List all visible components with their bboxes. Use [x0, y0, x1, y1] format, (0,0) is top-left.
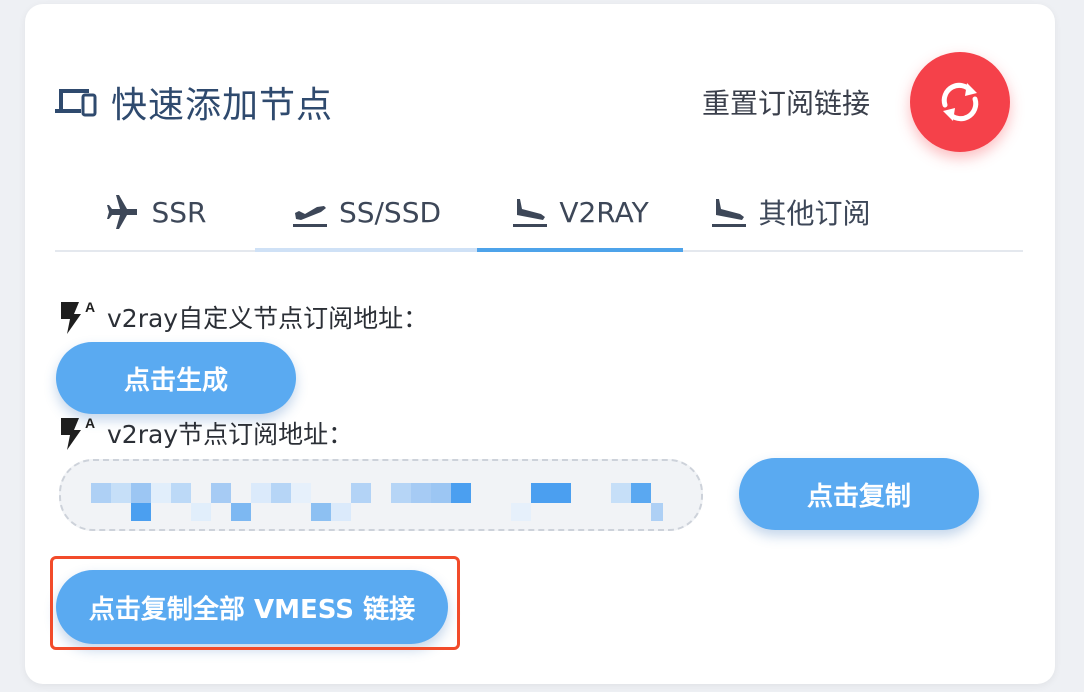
subscription-url-field[interactable] — [59, 459, 703, 531]
tab-ssr[interactable]: SSR — [55, 174, 255, 250]
custom-subscription-label-row: A v2ray自定义节点订阅地址： — [59, 298, 428, 336]
custom-subscription-label: v2ray自定义节点订阅地址： — [107, 304, 429, 333]
generate-button[interactable]: 点击生成 — [56, 342, 296, 414]
flight-takeoff-icon — [292, 206, 327, 227]
copy-button[interactable]: 点击复制 — [739, 458, 979, 530]
tab-ss-ssd[interactable]: SS/SSD — [255, 174, 477, 252]
refresh-icon — [941, 82, 979, 122]
tab-label: SS/SSD — [338, 195, 442, 229]
card-title: 快速添加节点 — [111, 85, 334, 126]
airplane-icon — [107, 195, 138, 229]
protocol-tabs: SSR SS/SSD V2RAY 其他订阅 — [55, 174, 1023, 252]
flash-auto-icon: A — [61, 415, 95, 450]
tab-label: SSR — [151, 195, 207, 229]
svg-text:A: A — [85, 415, 95, 431]
tab-other-subscriptions[interactable]: 其他订阅 — [683, 174, 898, 250]
redacted-url-mosaic — [91, 483, 663, 521]
flash-auto-icon: A — [61, 299, 95, 334]
tab-label: V2RAY — [559, 195, 649, 229]
quick-add-card: 快速添加节点 重置订阅链接 SSR SS/SSD V2RAY 其他订阅 A v2… — [25, 4, 1055, 684]
svg-text:A: A — [85, 299, 95, 315]
highlight-box — [50, 556, 460, 650]
subscription-label: v2ray节点订阅地址： — [107, 420, 354, 449]
refresh-button[interactable] — [910, 52, 1010, 152]
tab-v2ray[interactable]: V2RAY — [477, 174, 683, 252]
tab-label: 其他订阅 — [758, 197, 871, 230]
flight-landing-icon — [513, 199, 548, 227]
subscription-label-row: A v2ray节点订阅地址： — [59, 414, 353, 452]
card-header: 快速添加节点 — [55, 74, 333, 130]
reset-subscription-link[interactable]: 重置订阅链接 — [702, 82, 870, 122]
devices-icon — [55, 89, 97, 117]
flight-landing-icon — [712, 199, 747, 227]
